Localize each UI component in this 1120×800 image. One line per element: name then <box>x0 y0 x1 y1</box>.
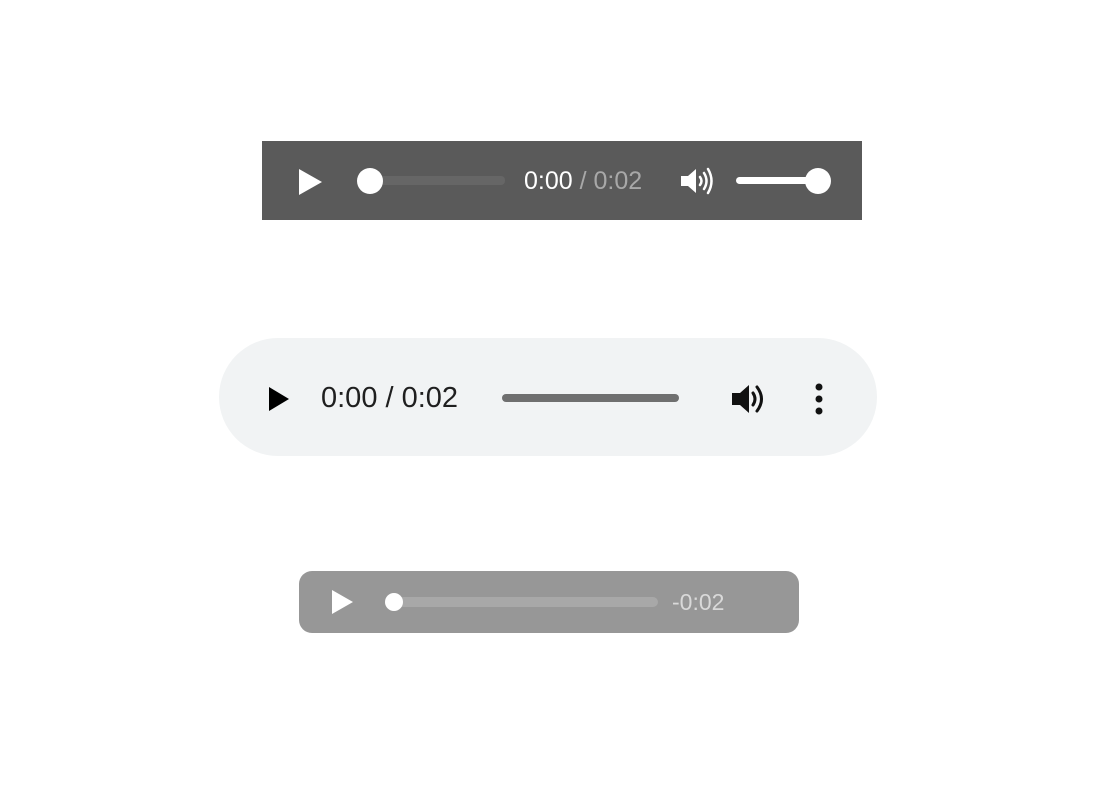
time-display: 0:00 / 0:02 <box>524 166 642 196</box>
play-button[interactable] <box>267 386 291 412</box>
audio-player-light: 0:00 / 0:02 <box>219 338 877 456</box>
audio-player-dark: 0:00 / 0:02 <box>262 141 862 220</box>
current-time: 0:00 <box>524 167 573 195</box>
seek-slider[interactable] <box>502 394 679 402</box>
volume-icon <box>732 385 763 413</box>
play-icon <box>332 590 353 614</box>
mute-button[interactable] <box>731 382 769 416</box>
seek-slider-thumb[interactable] <box>357 168 383 194</box>
volume-slider[interactable] <box>736 177 816 184</box>
play-icon <box>269 387 289 411</box>
time-display: 0:00 / 0:02 <box>321 382 459 414</box>
audio-player-grey: -0:02 <box>299 571 799 633</box>
remaining-time: -0:02 <box>672 589 725 615</box>
canvas: 0:00 / 0:02 0:00 / 0:02 -0:02 <box>0 0 1120 800</box>
seek-slider[interactable] <box>372 176 505 185</box>
more-options-button[interactable] <box>810 382 828 416</box>
mute-button[interactable] <box>680 166 716 196</box>
seek-slider[interactable] <box>393 597 658 607</box>
seek-slider-thumb[interactable] <box>385 593 403 611</box>
play-button[interactable] <box>330 589 354 615</box>
play-icon <box>299 169 322 195</box>
more-options-icon <box>815 383 823 415</box>
play-button[interactable] <box>297 168 323 196</box>
volume-slider-thumb[interactable] <box>805 168 831 194</box>
time-separator: / <box>572 167 594 195</box>
duration: 0:02 <box>593 167 643 195</box>
volume-icon <box>681 167 713 195</box>
